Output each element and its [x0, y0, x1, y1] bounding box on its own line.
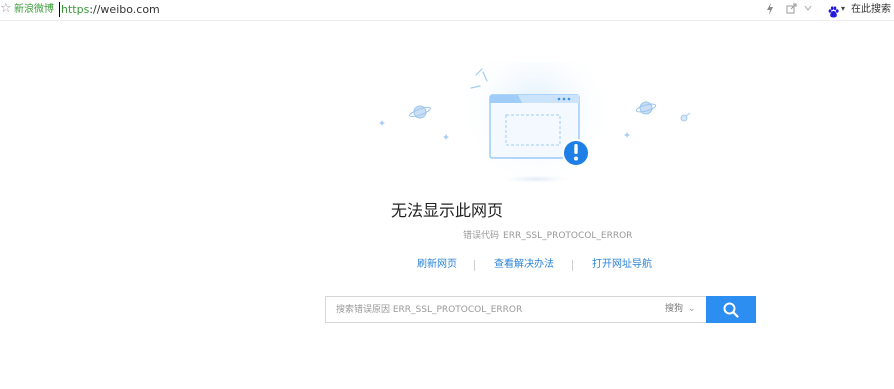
nav-link[interactable]: 打开网址导航 — [592, 258, 652, 272]
planet-icon — [409, 105, 431, 119]
chevron-down-icon: ⌄ — [688, 304, 696, 314]
search-input[interactable] — [325, 296, 706, 323]
planet-icon — [635, 101, 657, 115]
bolt-icon[interactable] — [766, 3, 774, 17]
star-icon[interactable]: ☆ — [0, 1, 12, 17]
engine-label: 搜狗 — [665, 304, 684, 314]
error-code: 错误代码 ERR_SSL_PROTOCOL_ERROR — [463, 230, 632, 242]
link-divider — [474, 260, 475, 271]
chevron-down-icon[interactable] — [804, 3, 812, 17]
exclamation-icon — [562, 139, 590, 167]
comet-icon — [680, 112, 691, 122]
baidu-icon[interactable] — [828, 3, 839, 18]
error-code-value: ERR_SSL_PROTOCOL_ERROR — [503, 231, 633, 241]
search-bar: 搜狗 ⌄ — [325, 296, 756, 323]
engine-select[interactable]: 搜狗 ⌄ — [665, 296, 696, 323]
error-title: 无法显示此网页 — [390, 201, 503, 220]
url-host: ://weibo.com — [89, 3, 160, 16]
engine-dropdown-icon[interactable]: ▾ — [841, 3, 845, 15]
error-code-label: 错误代码 — [463, 231, 500, 241]
solutions-link[interactable]: 查看解决办法 — [494, 258, 554, 272]
link-divider — [572, 260, 573, 271]
share-icon[interactable] — [786, 3, 797, 17]
text-caret — [59, 2, 60, 17]
error-illustration — [379, 62, 691, 190]
refresh-link[interactable]: 刷新网页 — [417, 258, 457, 272]
search-icon — [723, 302, 739, 318]
search-button[interactable] — [706, 296, 756, 323]
url-field[interactable]: https://weibo.com — [61, 3, 160, 16]
search-here-box[interactable]: 在此搜索 — [851, 3, 891, 16]
url-scheme: https — [61, 3, 90, 16]
address-bar: ☆ 新浪微博 https://weibo.com ▾ 在此搜索 — [0, 0, 894, 21]
site-name[interactable]: 新浪微博 — [14, 4, 54, 16]
action-links: 刷新网页 查看解决办法 打开网址导航 — [0, 258, 894, 272]
